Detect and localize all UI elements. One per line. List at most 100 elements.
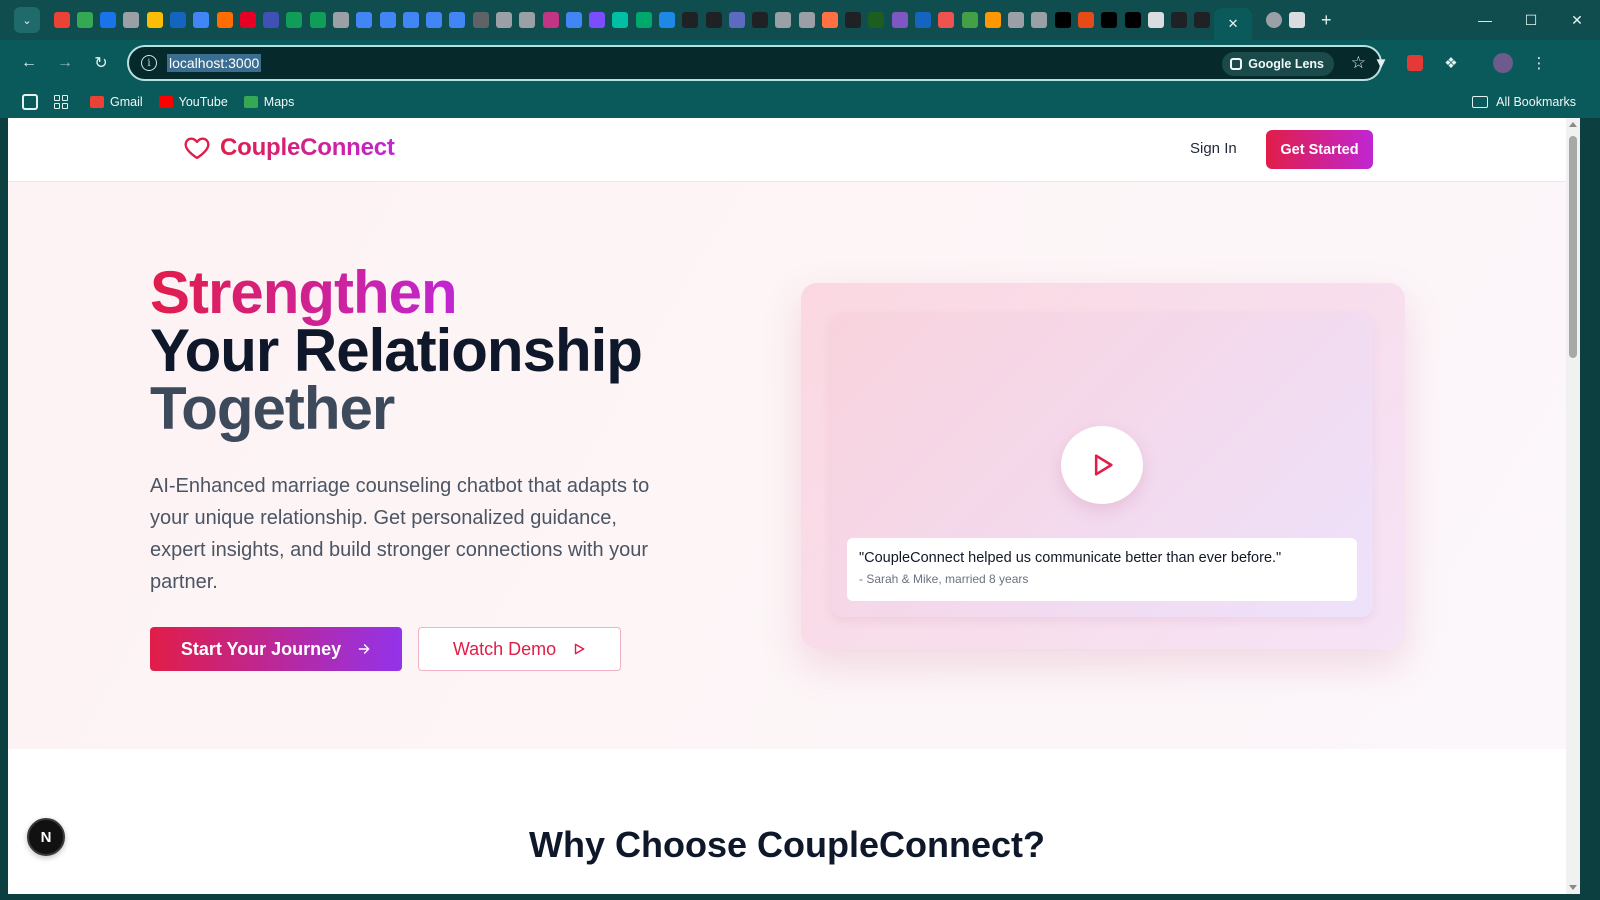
tab-favicon[interactable] (519, 12, 536, 28)
minimize-icon[interactable]: — (1462, 0, 1508, 40)
tab-favicon[interactable] (1171, 12, 1188, 28)
tab-favicon[interactable] (915, 12, 932, 28)
why-choose-heading: Why Choose CoupleConnect? (529, 824, 1045, 865)
tab-favicon[interactable] (53, 12, 70, 28)
tab-favicon[interactable] (1266, 12, 1283, 28)
tab-favicon[interactable] (612, 12, 629, 28)
hero-description: AI-Enhanced marriage counseling chatbot … (150, 475, 650, 593)
tab-favicon[interactable] (379, 12, 396, 28)
url-text[interactable]: localhost:3000 (167, 54, 262, 72)
window-controls: — ☐ ✕ (1462, 0, 1600, 40)
tab-favicon[interactable] (123, 12, 140, 28)
tab-favicon[interactable] (542, 12, 559, 28)
tab-favicon[interactable] (961, 12, 978, 28)
tab-favicon[interactable] (426, 12, 443, 28)
arrow-left-icon[interactable]: ← (12, 46, 46, 80)
demo-video-card: "CoupleConnect helped us communicate bet… (801, 283, 1405, 649)
browser-toolbar: ← → ↻ i localhost:3000 Google Lens ☆ (0, 40, 1600, 86)
close-window-icon[interactable]: ✕ (1554, 0, 1600, 40)
tab-favicon[interactable] (1124, 12, 1141, 28)
tab-favicon[interactable] (798, 12, 815, 28)
tab-favicon[interactable] (728, 12, 745, 28)
page-scrollbar[interactable] (1566, 118, 1580, 894)
tab-favicon[interactable] (984, 12, 1001, 28)
tab-favicon[interactable] (216, 12, 233, 28)
testimonial-box: "CoupleConnect helped us communicate bet… (847, 538, 1357, 601)
nextjs-dev-badge[interactable]: N (27, 818, 65, 856)
tab-favicon[interactable] (565, 12, 582, 28)
reload-icon[interactable]: ↻ (84, 46, 118, 80)
address-bar[interactable]: i localhost:3000 Google Lens ☆ (127, 45, 1382, 81)
tab-favicon[interactable] (263, 12, 280, 28)
avatar[interactable] (1490, 50, 1516, 76)
tab-favicon[interactable] (1101, 12, 1118, 28)
tab-favicon[interactable] (635, 12, 652, 28)
scrollbar-thumb[interactable] (1569, 136, 1577, 358)
tab-favicon[interactable] (938, 12, 955, 28)
tab-favicon[interactable] (472, 12, 489, 28)
video-preview[interactable]: "CoupleConnect helped us communicate bet… (831, 313, 1373, 617)
tab-favicon[interactable] (333, 12, 350, 28)
tab-favicon[interactable] (402, 12, 419, 28)
get-started-button[interactable]: Get Started (1266, 130, 1373, 169)
tab-favicon[interactable] (239, 12, 256, 28)
start-journey-button[interactable]: Start Your Journey (150, 627, 402, 671)
tab-favicon[interactable] (682, 12, 699, 28)
sidebar-toggle-icon[interactable] (22, 94, 38, 110)
puzzle-icon[interactable]: ❖ (1438, 50, 1464, 76)
watch-demo-button[interactable]: Watch Demo (418, 627, 621, 671)
scroll-up-arrow-icon[interactable] (1569, 122, 1577, 127)
folder-icon (1472, 96, 1489, 108)
tab-favicon[interactable] (821, 12, 838, 28)
tab-favicon[interactable] (309, 12, 326, 28)
tab-favicon[interactable] (1147, 12, 1164, 28)
tab-favicon[interactable] (1194, 12, 1211, 28)
extension-icon[interactable] (1402, 50, 1428, 76)
tab-favicon[interactable] (449, 12, 466, 28)
tab-favicon[interactable] (286, 12, 303, 28)
bookmark-maps[interactable]: Maps (243, 95, 295, 109)
brand-name: CoupleConnect (220, 134, 395, 161)
bookmark-gmail[interactable]: Gmail (90, 95, 143, 109)
info-icon[interactable]: i (141, 55, 157, 71)
brand-logo[interactable]: CoupleConnect (182, 134, 395, 162)
scroll-down-arrow-icon[interactable] (1569, 885, 1577, 890)
menu-icon[interactable]: ⋮ (1526, 50, 1552, 76)
tab-favicon[interactable] (589, 12, 606, 28)
tab-active[interactable]: ✕ (1214, 8, 1253, 40)
maximize-icon[interactable]: ☐ (1508, 0, 1554, 40)
tab-favicon[interactable] (845, 12, 862, 28)
tab-favicon[interactable] (658, 12, 675, 28)
play-video-button[interactable] (1061, 426, 1143, 504)
apps-grid-icon[interactable] (54, 95, 68, 109)
tab-favicon[interactable] (146, 12, 163, 28)
tab-favicon[interactable] (1054, 12, 1071, 28)
tab-favicon[interactable] (891, 12, 908, 28)
chevron-down-icon[interactable]: ⌄ (14, 7, 40, 33)
tab-favicon[interactable] (1289, 12, 1306, 28)
tab-favicon[interactable] (193, 12, 210, 28)
google-lens-button[interactable]: Google Lens (1222, 52, 1334, 76)
tab-favicon[interactable] (868, 12, 885, 28)
tab-favicon[interactable] (100, 12, 117, 28)
tab-favicon[interactable] (705, 12, 722, 28)
tab-favicon[interactable] (495, 12, 512, 28)
extension-icon[interactable]: ▼ (1368, 50, 1394, 76)
bookmark-youtube[interactable]: YouTube (158, 95, 228, 109)
star-icon[interactable]: ☆ (1351, 53, 1366, 73)
tab-favicon[interactable] (1078, 12, 1095, 28)
tab-favicon[interactable] (356, 12, 373, 28)
bookmark-label: Maps (263, 95, 295, 109)
lens-icon (1230, 58, 1243, 70)
tab-favicon[interactable] (76, 12, 93, 28)
tab-favicon[interactable] (1008, 12, 1025, 28)
tab-favicon[interactable] (752, 12, 769, 28)
tab-favicon[interactable] (1031, 12, 1048, 28)
arrow-right-icon[interactable]: → (48, 46, 82, 80)
sign-in-link[interactable]: Sign In (1190, 140, 1237, 157)
close-icon[interactable]: ✕ (1228, 16, 1239, 32)
tab-favicon[interactable] (170, 12, 187, 28)
all-bookmarks-button[interactable]: All Bookmarks (1472, 95, 1576, 109)
plus-icon[interactable]: + (1321, 10, 1332, 31)
tab-favicon[interactable] (775, 12, 792, 28)
